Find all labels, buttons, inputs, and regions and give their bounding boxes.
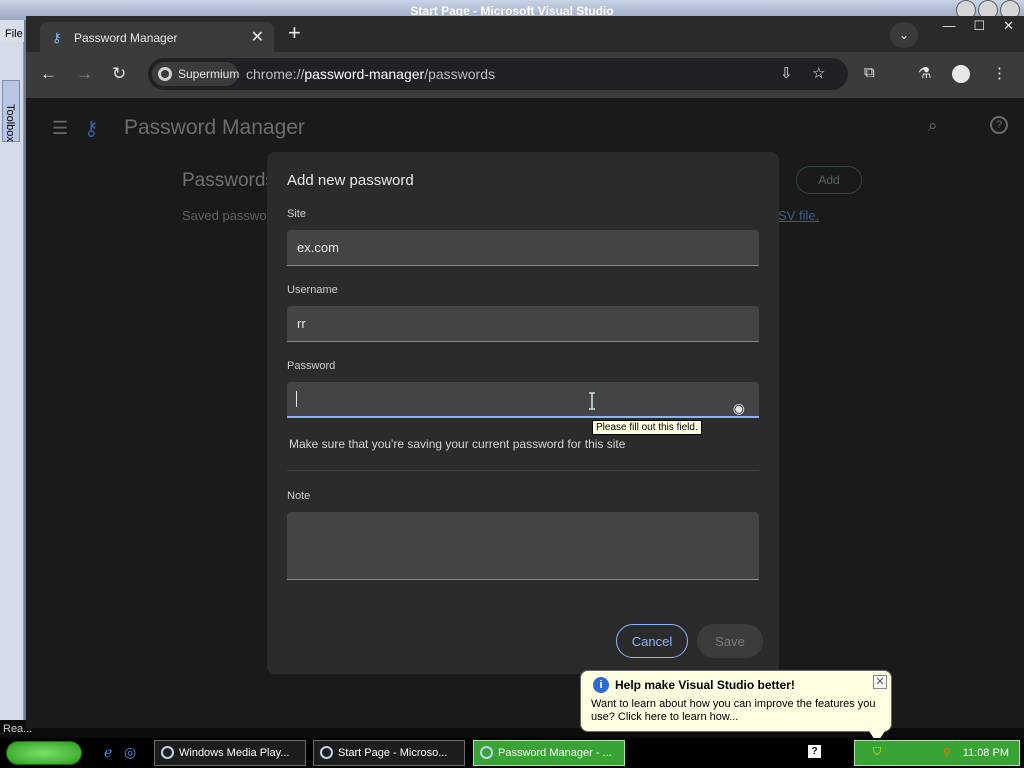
site-label: Site	[287, 208, 306, 220]
import-csv-link[interactable]: SV file.	[778, 208, 819, 223]
taskbar: ℯ ◎ Windows Media Play... Start Page - M…	[0, 738, 1024, 768]
task-visual-studio[interactable]: Start Page - Microso...	[313, 740, 465, 766]
window-controls: — ☐ ✕	[942, 18, 1014, 34]
show-password-eye-icon[interactable]: ◉	[733, 390, 745, 426]
page-title: Password Manager	[124, 116, 305, 139]
tab-title: Password Manager	[74, 31, 178, 45]
cancel-button[interactable]: Cancel	[616, 624, 688, 658]
hamburger-menu-icon[interactable]: ☰	[52, 118, 68, 139]
reload-icon[interactable]: ↻	[112, 64, 126, 84]
balloon-close-icon[interactable]: ✕	[873, 675, 887, 689]
passwords-subtitle: Saved passwo	[182, 208, 267, 223]
browser-quicklaunch-icon[interactable]: ◎	[124, 744, 136, 761]
tab-search-chevron-icon[interactable]: ⌄	[890, 22, 918, 48]
maximize-icon[interactable]: ☐	[973, 18, 985, 34]
dialog-divider	[287, 470, 759, 471]
task-windows-media-player[interactable]: Windows Media Play...	[154, 740, 306, 766]
menu-kebab-icon[interactable]: ⋮	[992, 64, 1007, 82]
search-icon[interactable]: ⌕	[928, 116, 938, 136]
minimize-icon[interactable]: —	[942, 18, 955, 34]
username-input[interactable]: rr	[287, 306, 759, 342]
chip-label: Supermium	[178, 67, 240, 81]
vs-toolbox-label: Toolbox	[4, 104, 16, 142]
password-input[interactable]: ◉	[287, 382, 759, 418]
info-icon: i	[593, 677, 609, 693]
add-password-button[interactable]: Add	[796, 166, 862, 194]
help-icon[interactable]: ?	[990, 116, 1008, 134]
save-button[interactable]: Save	[697, 624, 763, 658]
url-text[interactable]: chrome://password-manager/passwords	[246, 66, 495, 82]
address-bar[interactable]: Supermium chrome://password-manager/pass…	[148, 58, 848, 90]
back-icon[interactable]: ←	[40, 64, 57, 84]
balloon-title: Help make Visual Studio better!	[615, 678, 795, 692]
browser-toolbar: ← → ↻ Supermium chrome://password-manage…	[26, 52, 1024, 98]
ibeam-cursor-icon	[589, 392, 595, 410]
visual-studio-icon	[320, 746, 333, 759]
password-manager-logo-icon: ⚷	[84, 118, 99, 140]
profile-avatar-icon[interactable]	[952, 65, 970, 83]
help-tray-icon[interactable]: ?	[808, 745, 821, 758]
tab-strip: ⚷ Password Manager ✕ + ⌄ — ☐ ✕	[26, 16, 1024, 52]
site-input[interactable]: ex.com	[287, 230, 759, 266]
dialog-title: Add new password	[287, 172, 414, 189]
vs-feedback-balloon[interactable]: i Help make Visual Studio better! ✕ Want…	[580, 670, 892, 743]
note-textarea[interactable]	[287, 512, 759, 580]
browser-logo-icon	[158, 67, 172, 81]
close-window-icon[interactable]: ✕	[1003, 18, 1014, 34]
task-password-manager[interactable]: Password Manager - ...	[473, 740, 625, 766]
vs-menu-file[interactable]: File	[0, 20, 24, 42]
vs-left-dock	[0, 42, 24, 742]
validation-tooltip: Please fill out this field.	[592, 420, 702, 435]
new-tab-icon[interactable]: +	[288, 22, 301, 44]
forward-icon[interactable]: →	[76, 64, 93, 84]
clock[interactable]: 11:08 PM	[963, 747, 1009, 759]
bookmark-star-icon[interactable]: ☆	[812, 64, 825, 82]
tab-password-manager[interactable]: ⚷ Password Manager ✕	[40, 22, 274, 52]
note-label: Note	[287, 490, 311, 502]
media-player-icon	[161, 746, 174, 759]
search-tray-icon[interactable]: ⚲	[943, 746, 951, 759]
desktop: Start Page - Microsoft Visual Studio Fil…	[0, 0, 1024, 768]
balloon-text[interactable]: Want to learn about how you can improve …	[591, 698, 887, 724]
ie-quicklaunch-icon[interactable]: ℯ	[104, 744, 112, 761]
start-button[interactable]	[6, 741, 82, 765]
key-icon: ⚷	[52, 30, 62, 45]
extensions-icon[interactable]: ⧉	[864, 64, 875, 81]
password-manager-page: ☰ ⚷ Password Manager ⌕ ? Passwords Saved…	[26, 98, 1024, 728]
password-hint: Make sure that you're saving your curren…	[289, 437, 626, 451]
passwords-heading: Passwords	[182, 170, 275, 191]
password-label: Password	[287, 360, 336, 372]
system-tray: ⛉ ⚲ 11:08 PM	[854, 740, 1020, 766]
browser-task-icon	[480, 746, 493, 759]
shield-icon[interactable]: ⛉	[873, 746, 881, 759]
labs-flask-icon[interactable]: ⚗	[918, 64, 931, 82]
text-caret	[296, 391, 297, 407]
add-password-dialog: Add new password Site ex.com Username rr…	[267, 152, 779, 674]
username-label: Username	[287, 284, 338, 296]
site-chip[interactable]: Supermium	[152, 62, 240, 86]
tab-close-icon[interactable]: ✕	[251, 27, 264, 47]
install-icon[interactable]: ⇩	[780, 64, 793, 82]
browser-window: ⚷ Password Manager ✕ + ⌄ — ☐ ✕ ← → ↻ Sup…	[26, 16, 1024, 728]
